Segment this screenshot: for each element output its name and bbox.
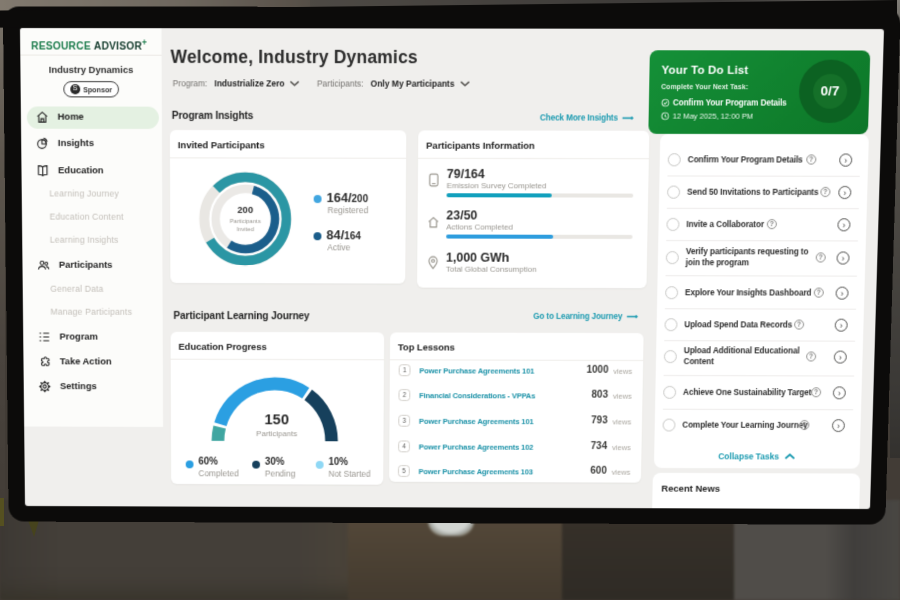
svg-text:0/7: 0/7 — [821, 84, 840, 99]
svg-text:Invited: Invited — [237, 227, 254, 233]
svg-text:Participants: Participants — [230, 219, 261, 225]
svg-text:200: 200 — [237, 205, 253, 216]
